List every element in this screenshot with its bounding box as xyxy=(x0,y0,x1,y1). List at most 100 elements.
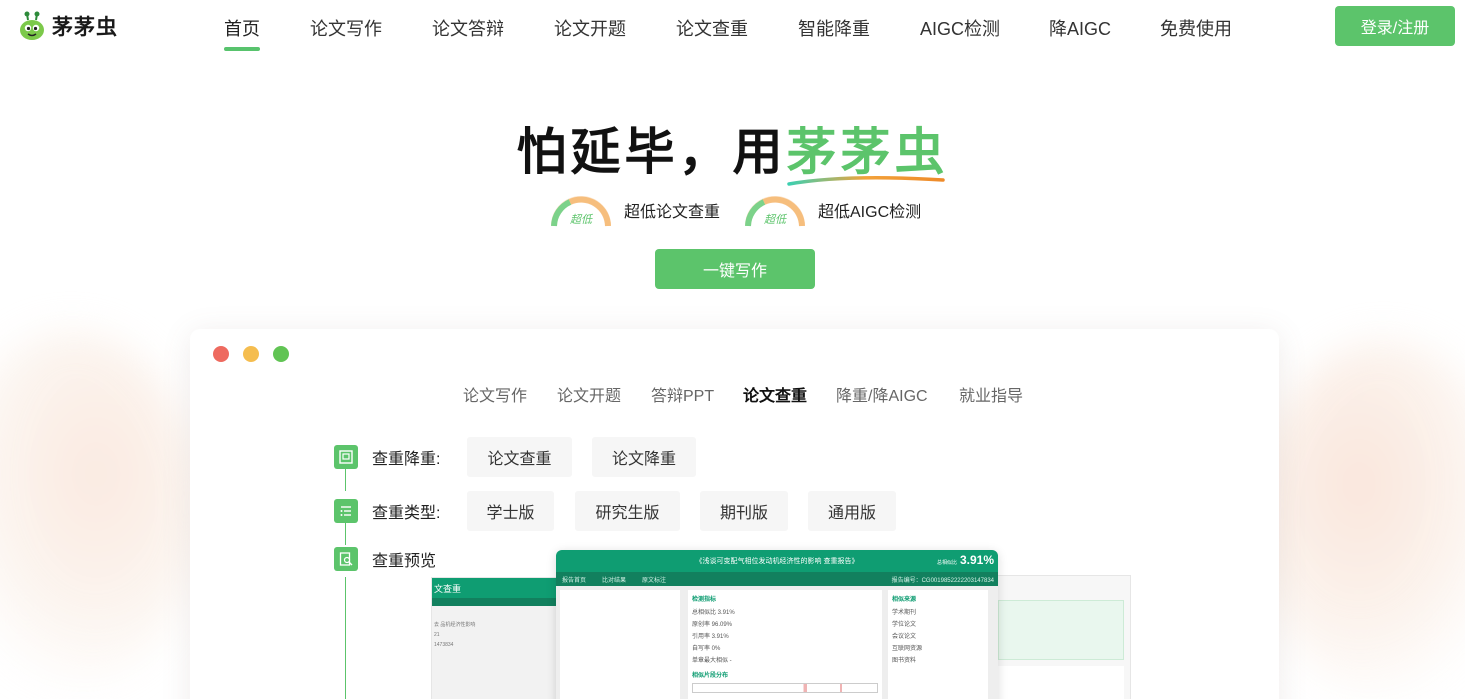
tab-rewrite-aigc[interactable]: 降重/降AIGC xyxy=(836,382,928,406)
hero-brand-text: 茅茅虫 xyxy=(786,123,949,181)
row-label: 查重类型: xyxy=(372,505,441,522)
brand-underline-swoosh xyxy=(786,176,945,186)
nav-item-free-use[interactable]: 免费使用 xyxy=(1160,15,1232,41)
option-rewrite[interactable]: 论文降重 xyxy=(592,437,696,477)
list-filter-icon xyxy=(334,499,358,523)
report-percent-prefix: 总相似比 xyxy=(936,560,957,566)
report-percent: 总相似比 3.91% xyxy=(937,553,994,567)
nav-item-label: AIGC检测 xyxy=(920,19,1001,39)
caterpillar-logo-icon xyxy=(18,11,46,41)
nav-item-reduce-aigc[interactable]: 降AIGC xyxy=(1049,15,1111,41)
logo[interactable]: 茅茅虫 xyxy=(18,11,118,41)
option-plagiarism-check[interactable]: 论文查重 xyxy=(467,437,572,477)
hero-title: 怕延毕，用茅茅虫 xyxy=(0,112,1465,186)
nav-item-label: 首页 xyxy=(224,19,260,39)
feature-low-aigc: 超低 超低AIGC检测 xyxy=(742,190,921,230)
report-metric-line: 单章最大相似 - xyxy=(692,658,732,664)
nav-item-paper-writing[interactable]: 论文写作 xyxy=(310,15,382,41)
gauge-label: 超低 xyxy=(764,214,786,226)
report-thumbnail-left: 文查重 去 品机经济性影响 21 1473834 xyxy=(431,577,557,699)
product-demo-window: 论文写作 论文开题 答辩PPT 论文查重 降重/降AIGC 就业指导 查重降重:… xyxy=(190,329,1279,699)
report-left-subbar xyxy=(432,598,556,606)
gauge-label: 超低 xyxy=(570,214,592,226)
window-minimize-dot xyxy=(243,346,259,362)
report-left-title: 文查重 xyxy=(432,578,556,598)
report-metric-line: 总相似比 3.91% xyxy=(692,610,735,616)
report-number: 报告编号：CG0019852222203147834 xyxy=(891,577,994,584)
tab-label: 就业指导 xyxy=(959,388,1024,405)
report-subnav-item: 比对结果 xyxy=(602,577,627,584)
report-card-title: 相似片段分布 xyxy=(692,673,729,679)
report-metric-line: 引用率 3.91% xyxy=(692,634,729,640)
hero-title-prefix: 怕延毕，用 xyxy=(516,123,787,181)
nav-item-home[interactable]: 首页 xyxy=(224,15,260,51)
window-maximize-dot xyxy=(273,346,289,362)
report-subnav: 报告首页 比对结果 原文标注 报告编号：CG001985222220314783… xyxy=(556,572,998,586)
report-source-line: 互联网资源 xyxy=(892,646,923,652)
one-click-write-button[interactable]: 一键写作 xyxy=(655,249,815,289)
tab-label: 降重/降AIGC xyxy=(836,388,928,405)
report-left-line: 1473834 xyxy=(434,642,454,648)
gauge-icon: 超低 xyxy=(548,190,614,230)
row-check-rewrite: 查重降重: xyxy=(334,445,454,469)
report-distribution-bar xyxy=(692,683,878,693)
report-left-line: 21 xyxy=(434,632,440,638)
report-card-title: 检测指标 xyxy=(692,597,717,603)
nav-item-label: 论文开题 xyxy=(554,19,626,39)
nav-item-label: 免费使用 xyxy=(1160,19,1232,39)
option-journal[interactable]: 期刊版 xyxy=(700,491,788,531)
login-register-button[interactable]: 登录/注册 xyxy=(1335,6,1455,46)
nav-item-label: 智能降重 xyxy=(798,19,870,39)
nav-item-smart-rewrite[interactable]: 智能降重 xyxy=(798,15,870,41)
option-general[interactable]: 通用版 xyxy=(808,491,896,531)
tab-paper-writing[interactable]: 论文写作 xyxy=(463,382,527,406)
report-subnav-item: 原文标注 xyxy=(642,577,667,584)
nav-active-indicator xyxy=(224,47,260,51)
nav-item-aigc-detection[interactable]: AIGC检测 xyxy=(920,15,1000,41)
report-preview: 文查重 去 品机经济性影响 21 1473834 《浅谈可变配气相位发动机经济性… xyxy=(431,550,1131,699)
report-source-line: 图书资料 xyxy=(892,658,917,664)
report-card-metrics: 检测指标 总相似比 3.91% 原创率 96.09% 引用率 3.91% 自写率… xyxy=(688,590,882,699)
hero-title-brand: 茅茅虫 xyxy=(786,112,949,186)
image-frame-icon xyxy=(334,445,358,469)
report-subnav-item: 报告首页 xyxy=(562,577,587,584)
document-search-icon xyxy=(334,547,358,571)
feature-low-plagiarism: 超低 超低论文查重 xyxy=(548,190,720,230)
tab-label: 答辩PPT xyxy=(651,388,715,405)
background-flower-right xyxy=(1255,340,1465,699)
tab-plagiarism-check[interactable]: 论文查重 xyxy=(743,382,808,408)
top-navigation-bar: 茅茅虫 首页 论文写作 论文答辩 论文开题 论文查重 智能降重 AIGC检测 降… xyxy=(0,0,1465,54)
report-left-body: 去 品机经济性影响 21 1473834 xyxy=(432,606,556,650)
row-check-type: 查重类型: xyxy=(334,499,454,523)
report-header: 《浅谈可变配气相位发动机经济性的影响 查重报告》 总相似比 3.91% xyxy=(556,550,998,572)
nav-item-label: 降AIGC xyxy=(1049,19,1112,39)
step-connector-line xyxy=(345,469,346,491)
step-connector-line xyxy=(345,577,346,699)
tab-career-guidance[interactable]: 就业指导 xyxy=(959,382,1023,406)
tab-paper-proposal[interactable]: 论文开题 xyxy=(557,382,621,406)
report-source-line: 学位论文 xyxy=(892,622,917,628)
report-main-screenshot: 《浅谈可变配气相位发动机经济性的影响 查重报告》 总相似比 3.91% 报告首页 … xyxy=(556,550,998,699)
row-label: 查重降重: xyxy=(372,451,441,468)
nav-item-paper-defense[interactable]: 论文答辩 xyxy=(432,15,504,41)
option-graduate[interactable]: 研究生版 xyxy=(575,491,680,531)
report-metric-line: 自写率 0% xyxy=(692,646,721,652)
option-bachelor[interactable]: 学士版 xyxy=(467,491,554,531)
report-source-line: 会议论文 xyxy=(892,634,917,640)
tab-label: 论文查重 xyxy=(743,388,808,405)
report-card-left xyxy=(560,590,680,699)
logo-text: 茅茅虫 xyxy=(52,15,118,39)
report-card-title: 相似来源 xyxy=(892,597,917,603)
tab-label: 论文开题 xyxy=(557,388,622,405)
tab-defense-ppt[interactable]: 答辩PPT xyxy=(651,382,714,406)
report-source-line: 学术期刊 xyxy=(892,610,917,616)
tab-label: 论文写作 xyxy=(463,388,528,405)
report-card-sources: 相似来源 学术期刊 学位论文 会议论文 互联网资源 图书资料 xyxy=(888,590,988,699)
report-right-card xyxy=(998,600,1124,660)
report-right-panel xyxy=(998,666,1124,699)
nav-item-label: 论文写作 xyxy=(310,19,382,39)
report-thumbnail-right xyxy=(991,575,1131,699)
window-close-dot xyxy=(213,346,229,362)
nav-item-paper-proposal[interactable]: 论文开题 xyxy=(554,15,626,41)
nav-item-plagiarism-check[interactable]: 论文查重 xyxy=(676,15,748,41)
